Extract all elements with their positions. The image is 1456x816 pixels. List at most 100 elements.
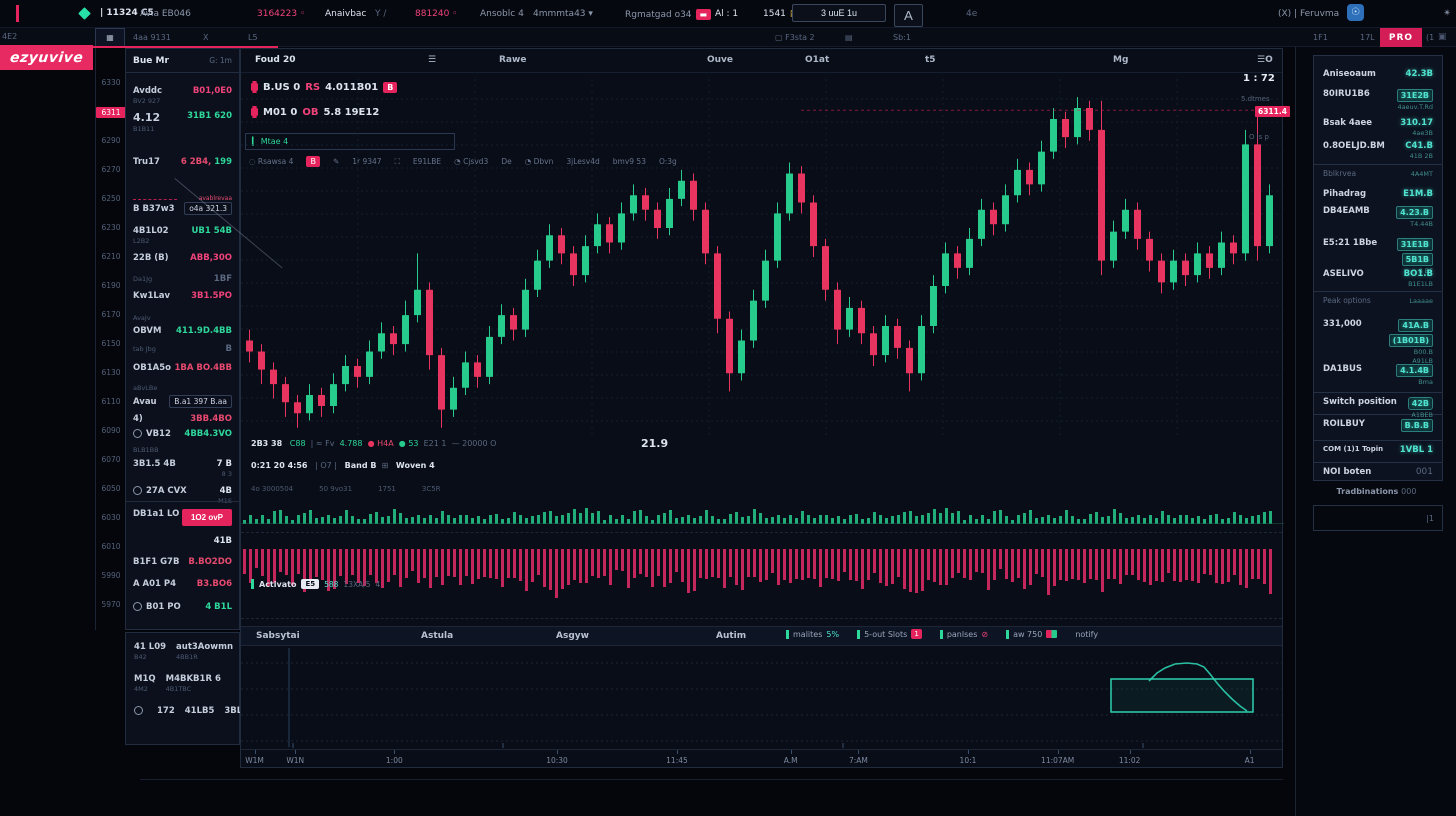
summary-row[interactable]: M1Q4M2M4BKB1R 64B1TBC [126, 665, 239, 697]
watch-label: Da1Jg [133, 275, 152, 283]
pro-badge[interactable]: PRO [1380, 28, 1422, 47]
workspace-right-2[interactable]: Sb:1 [893, 33, 911, 42]
workspace-item-0[interactable]: 4aa 9131 [133, 33, 171, 42]
gear-icon[interactable]: ✴ [1443, 8, 1451, 19]
right-row[interactable]: Switch position42BA1BEB [1323, 397, 1433, 419]
watch-label: B1F1 G7B [133, 557, 179, 567]
workspace-item-1[interactable]: X [203, 33, 208, 42]
workspace-item-2[interactable]: L5 [248, 33, 258, 42]
accent-bar [16, 5, 19, 22]
watch-label: B01 PO [146, 602, 181, 612]
price-ladder[interactable]: 6330631162906270625062306210619061706150… [95, 48, 125, 630]
indicator-color-bar [251, 579, 254, 589]
filter-chip-2[interactable]: panlses⊘ [940, 630, 988, 639]
filter-chip-0[interactable]: malites 5% [786, 630, 839, 639]
watch-row-left: 4.12B1B11 [133, 111, 160, 133]
spark-line [133, 199, 177, 200]
bottom-tab-3[interactable]: Autim [716, 631, 746, 641]
watch-row-left: aBvLBe [133, 383, 157, 392]
right-value-box: 4.23.B [1396, 206, 1433, 219]
chart-header-item-0[interactable]: Foud 20 [255, 55, 295, 65]
filter-chip-1[interactable]: 5-out Slots1 [857, 629, 922, 639]
chart-header-item-3[interactable]: Ouve [707, 55, 733, 65]
watch-row[interactable]: B01 PO4 B1L [133, 602, 232, 612]
watch-row: AvauB.a1 397 B.aa [133, 397, 232, 407]
summary-row[interactable]: 41 L09B42aut3Aowmn4BB1R [126, 633, 239, 665]
bottom-sub-chart[interactable] [241, 646, 1284, 749]
workspace-right-1[interactable]: ▤ [845, 33, 853, 42]
right-label: ROILBUY [1323, 419, 1365, 429]
chip-value: 5% [826, 630, 839, 639]
right-value-sub: 4ae3B [1400, 129, 1433, 137]
mode-button[interactable]: A [894, 4, 923, 27]
globe-icon[interactable]: ☉ [1347, 4, 1364, 21]
summary-row[interactable]: 17241LB53BL [126, 697, 239, 720]
topbar-item-8[interactable]: Al : 1 [715, 9, 738, 19]
candlestick-chart[interactable] [241, 79, 1284, 435]
chart-header-item-2[interactable]: Rawe [499, 55, 526, 65]
watch-row[interactable]: 27A CVX4BM1S [133, 486, 232, 505]
chart-header-item-5[interactable]: t5 [925, 55, 936, 65]
right-value-sub: T4.44B [1396, 220, 1433, 228]
indicator-value-2: 13XA/5 [343, 580, 370, 589]
watch-label: B B37w3 [133, 204, 175, 214]
ladder-price-4: 6250 [96, 194, 126, 203]
watch-row[interactable]: DB1a1 LO1O2 ovP [133, 509, 232, 526]
watch-row: BLB1BB [133, 445, 232, 454]
right-value-sub: Bma [1396, 378, 1433, 386]
volume-label-row[interactable]: Activato E5 588 13XA/5 4 [251, 579, 380, 589]
sell-button[interactable]: 1O2 ovP [182, 509, 232, 526]
bottom-tab-2[interactable]: Asgyw [556, 631, 589, 641]
topbar-item-0[interactable]: Avia EB046 [140, 9, 191, 19]
time-label-10: A1 [1245, 756, 1255, 765]
chart-header-item-6[interactable]: Mg [1113, 55, 1128, 65]
watch-row-left: OB1A5o [133, 363, 171, 373]
watch-row: B1F1 G7BB.BO2DO [133, 557, 232, 567]
indicator-bar[interactable]: 0:21 20 4:56 | O7 | Band B ⊞ Woven 4 [251, 461, 435, 470]
brand-logo[interactable]: ezyuvive [0, 45, 93, 70]
watch-label: OBVM [133, 326, 161, 336]
topbar-item-7[interactable]: Rgmatgad o34▬ [625, 9, 711, 20]
order-button[interactable]: 3 uuE 1u [792, 4, 886, 22]
footer-count: 000 [1401, 487, 1416, 496]
right-label: COM (1)1 Topin [1323, 445, 1383, 453]
topbar-item-1[interactable]: 3164223 ◦ [257, 9, 305, 19]
time-tick [1058, 750, 1059, 754]
camera-icon[interactable]: ▣ [1438, 32, 1447, 42]
chip-label: malites [793, 630, 822, 639]
chart-header-item-1[interactable]: ☰ [428, 55, 436, 65]
sub-indicator-1: 50 9vo31 [319, 485, 352, 493]
right-label: Bblkrvea [1323, 169, 1356, 178]
right-label: NOI boten [1323, 467, 1371, 477]
bottom-tab-1[interactable]: Astula [421, 631, 453, 641]
topbar-item-5[interactable]: Ansoblc 4 [480, 9, 524, 19]
chart-header-item-7[interactable]: ☰O [1257, 55, 1273, 65]
time-label-1: W1N [286, 756, 304, 765]
right-value-sub: 4aeuv.T.Rd [1397, 103, 1433, 111]
topbar-item-4[interactable]: 881240 ◦ [415, 9, 458, 19]
chip-label: panlses [947, 630, 978, 639]
watch-label: 4.12 [133, 111, 160, 124]
watch-header-mode[interactable]: G: 1m [209, 56, 232, 65]
indicator-value-3: 4 [376, 580, 381, 589]
chart-header-item-4[interactable]: O1at [805, 55, 829, 65]
right-section-header: Peak optionsLaaaae [1323, 296, 1433, 305]
ladder-price-8: 6170 [96, 310, 126, 319]
watch-row[interactable]: VB124BB4.3VO [133, 429, 232, 439]
right-input-box[interactable]: |1 [1313, 505, 1443, 531]
right-row: ROILBUYB.B.B [1323, 419, 1433, 432]
right-value: E1M.B [1403, 189, 1433, 199]
topbar-item-3[interactable]: Y / [375, 9, 386, 19]
filter-chip-3[interactable]: aw 750 [1006, 630, 1057, 639]
right-value: 42.3B [1406, 69, 1433, 79]
watch-value: B01,0E0 [193, 86, 232, 96]
bottom-tab-0[interactable]: Sabsytai [256, 631, 300, 641]
watch-row-left: Tru17 [133, 157, 160, 167]
workspace-right-0[interactable]: ▢ F3sta 2 [775, 33, 815, 42]
filter-chip-4[interactable]: notify [1075, 630, 1098, 639]
right-value-box: 4.1.4B [1396, 364, 1433, 377]
topbar-item-2[interactable]: Anaivbac [325, 9, 366, 19]
time-label-3: 10:30 [546, 756, 568, 765]
topbar-item-6[interactable]: 4mmmta43 ▾ [533, 9, 593, 19]
active-workspace-tab[interactable]: ▦ [95, 28, 125, 47]
